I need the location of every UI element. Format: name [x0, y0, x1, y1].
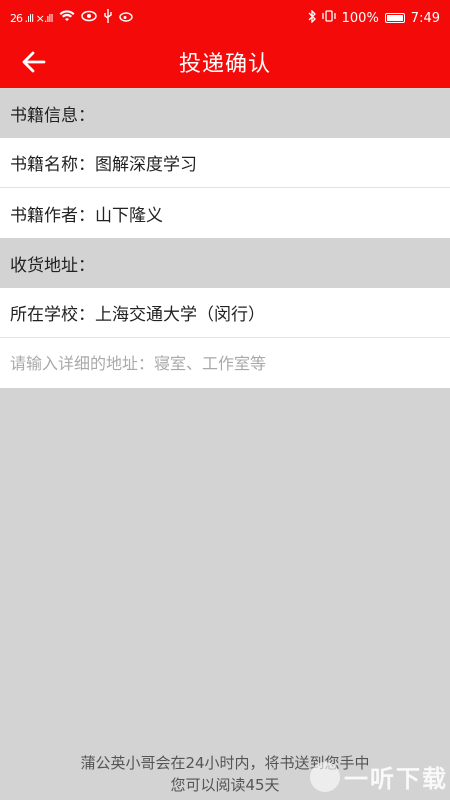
- bluetooth-icon: [308, 8, 316, 27]
- book-author-value: 山下隆义: [95, 205, 163, 226]
- watermark-text: 一听下载: [344, 765, 448, 793]
- page-title: 投递确认: [178, 52, 271, 77]
- book-author-label: 书籍作者：: [10, 205, 95, 226]
- status-time: 7:49: [410, 10, 440, 26]
- weibo-icon: [118, 10, 135, 26]
- watermark-logo-icon: [310, 761, 340, 792]
- school-label: 所在学校：: [10, 305, 95, 325]
- status-bar: 26 .ıll ×.ıll 100% 7:49: [0, 0, 450, 36]
- school-value: 上海交通大学（闵行）: [95, 305, 265, 325]
- eye-icon: [80, 10, 97, 26]
- watermark: 一听下载: [310, 759, 448, 794]
- signal-icon: 26 .ıll ×.ıll: [10, 11, 54, 25]
- arrow-left-icon: [22, 51, 46, 73]
- usb-icon: [103, 9, 113, 27]
- wifi-icon: [59, 10, 75, 26]
- book-name-label: 书籍名称：: [10, 155, 95, 175]
- book-name-row: 书籍名称： 图解深度学习: [0, 138, 450, 188]
- status-left: 26 .ıll ×.ıll: [10, 9, 135, 27]
- shipping-header: 收货地址：: [0, 238, 450, 288]
- app-bar: 投递确认: [0, 36, 450, 88]
- book-info-header: 书籍信息：: [0, 88, 450, 138]
- book-author-row: 书籍作者： 山下隆义: [0, 188, 450, 238]
- school-row[interactable]: 所在学校： 上海交通大学（闵行）: [0, 288, 450, 338]
- back-button[interactable]: [18, 46, 50, 78]
- address-input[interactable]: [10, 338, 450, 388]
- battery-percent: 100%: [341, 10, 379, 26]
- book-name-value: 图解深度学习: [95, 155, 197, 175]
- vibrate-icon: [321, 10, 336, 26]
- status-right: 100% 7:49: [308, 8, 440, 27]
- address-row: [0, 338, 450, 388]
- battery-icon: [384, 13, 405, 23]
